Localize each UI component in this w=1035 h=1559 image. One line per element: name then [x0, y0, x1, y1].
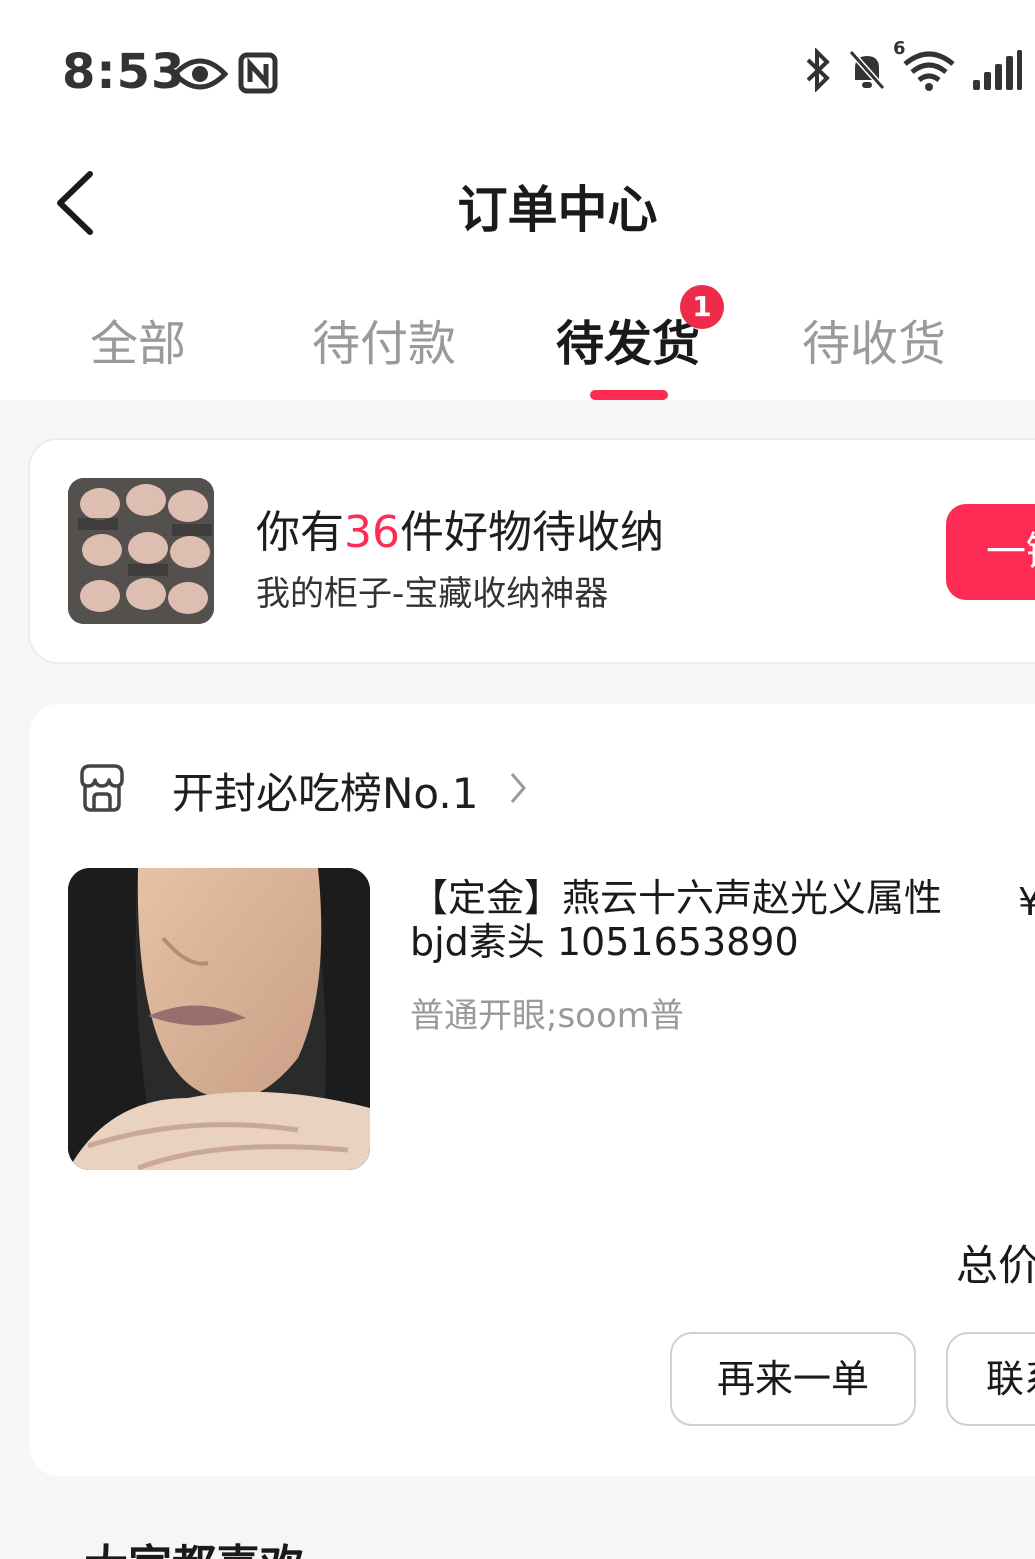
order-center-screen: 8:53 6 订单中心 全部 待付款 待发货 待收货 1 你有36件好物待收纳 …	[0, 0, 1035, 1559]
page-title: 订单中心	[457, 181, 658, 239]
bluetooth-icon	[803, 47, 833, 96]
mute-icon	[847, 48, 887, 96]
promo-title: 你有36件好物待收纳	[256, 496, 664, 560]
nfc-icon	[238, 52, 278, 98]
product-price: ¥	[1018, 880, 1035, 924]
status-time: 8:53	[62, 44, 186, 100]
status-icons: 6	[803, 38, 1023, 96]
contact-seller-button[interactable]: 联系	[946, 1332, 1035, 1426]
storage-promo-card[interactable]: 你有36件好物待收纳 我的柜子-宝藏收纳神器 一键	[30, 440, 1035, 662]
status-bar: 8:53 6	[0, 0, 1035, 140]
total-price-label: 总价	[956, 1241, 1035, 1290]
chevron-right-icon[interactable]	[508, 770, 528, 810]
active-tab-indicator	[590, 390, 668, 400]
promo-thumbnail	[68, 478, 214, 624]
tab-pending-payment[interactable]: 待付款	[312, 304, 456, 374]
wifi-icon: 6	[893, 38, 957, 96]
shop-name[interactable]: 开封必吃榜No.1	[172, 760, 478, 821]
reorder-button[interactable]: 再来一单	[670, 1332, 916, 1426]
promo-title-suffix: 件好物待收纳	[400, 507, 664, 558]
product-image[interactable]	[68, 868, 370, 1170]
product-title[interactable]: 【定金】燕云十六声赵光义属性bjd素头 1051653890	[410, 876, 970, 964]
recommendation-section-title: 大家都喜欢	[84, 1530, 304, 1559]
shop-icon	[74, 760, 130, 820]
promo-title-prefix: 你有	[256, 507, 344, 558]
tab-pending-receipt[interactable]: 待收货	[802, 304, 946, 374]
promo-action-button[interactable]: 一键	[946, 504, 1035, 600]
eye-icon	[171, 54, 229, 98]
promo-item-count: 36	[344, 507, 400, 558]
tab-all[interactable]: 全部	[90, 304, 186, 374]
tab-pending-shipment[interactable]: 待发货	[556, 304, 700, 374]
signal-icon	[971, 48, 1023, 96]
nav-header: 订单中心	[0, 140, 1035, 260]
product-spec: 普通开眼;soom普	[410, 996, 684, 1036]
order-tabs: 全部 待付款 待发货 待收货	[0, 260, 1035, 400]
wifi-generation-label: 6	[893, 38, 906, 59]
tab-count-badge: 1	[680, 285, 724, 329]
promo-subtitle: 我的柜子-宝藏收纳神器	[256, 574, 609, 614]
order-card: 开封必吃榜No.1 【定金】燕云十六声赵光义属性bjd素头 1051653890…	[30, 704, 1035, 1476]
